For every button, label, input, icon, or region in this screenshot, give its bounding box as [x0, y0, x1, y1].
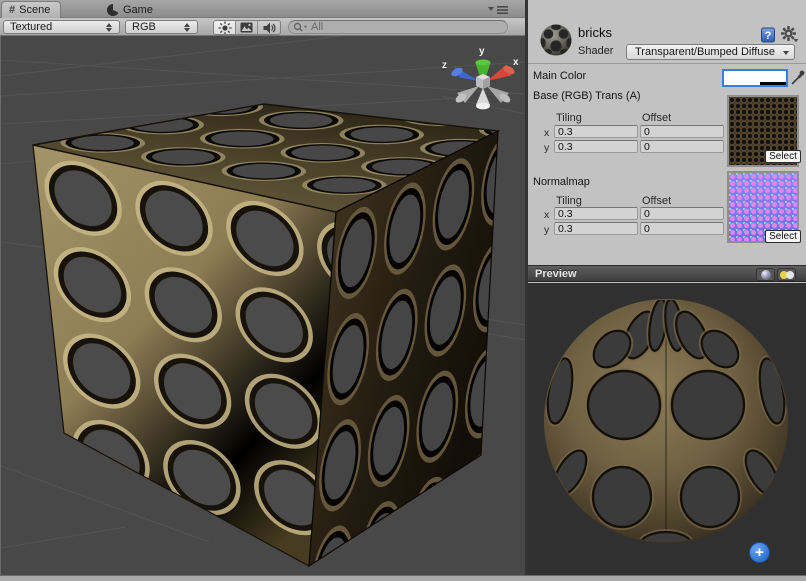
sphere-icon — [761, 270, 771, 280]
lights-toggle-icon — [780, 270, 794, 279]
normalmap-section-label: Normalmap — [533, 176, 590, 188]
unity-editor-window: # Scene Game Textured RGB — [0, 0, 806, 581]
lighting-toggle[interactable] — [214, 21, 236, 34]
image-icon — [240, 22, 253, 33]
scene-gizmo[interactable]: z x y — [442, 46, 519, 109]
dropdown-arrows-icon — [184, 23, 191, 32]
shader-value: Transparent/Bumped Diffuse — [635, 46, 775, 58]
draw-mode-value: Textured — [10, 21, 100, 33]
scene-view-toggles — [213, 20, 281, 35]
preview-area[interactable]: + — [528, 283, 806, 575]
preview-lighting-button[interactable] — [777, 268, 796, 281]
search-magnifier-icon — [293, 22, 308, 33]
svg-text:?: ? — [765, 30, 772, 42]
scene-search-input[interactable] — [311, 21, 491, 33]
gizmo-y-label: y — [479, 46, 485, 57]
normalmap-tiling-y-field[interactable] — [554, 222, 638, 235]
main-color-label: Main Color — [533, 70, 586, 82]
base-offset-header: Offset — [642, 112, 671, 124]
base-tiling-x-field[interactable] — [554, 125, 638, 138]
material-preview-icon — [539, 23, 573, 57]
base-section-label: Base (RGB) Trans (A) — [533, 90, 641, 102]
skybox-toggle[interactable] — [236, 21, 258, 34]
eyedropper-icon[interactable] — [790, 69, 805, 86]
gizmo-z-label: z — [442, 60, 447, 71]
window-bottom-strip — [0, 575, 806, 581]
preview-sphere — [528, 283, 806, 575]
preview-mesh-button[interactable] — [756, 268, 775, 281]
gizmo-z-axis[interactable]: z — [442, 60, 479, 81]
normalmap-texture-select-button[interactable]: Select — [765, 230, 801, 243]
base-row-x-label: x — [544, 127, 549, 139]
gizmo-cube[interactable] — [476, 74, 490, 89]
tab-game-label: Game — [123, 4, 153, 16]
base-row-y-label: y — [544, 142, 549, 154]
scene-pane-menu-icon[interactable] — [488, 5, 510, 15]
gear-icon[interactable] — [781, 26, 799, 43]
normalmap-offset-y-field[interactable] — [640, 222, 724, 235]
color-mode-dropdown[interactable]: RGB — [125, 20, 198, 34]
add-preview-button[interactable]: + — [749, 542, 770, 563]
sun-icon — [218, 21, 232, 35]
scene-canvas[interactable]: z x y — [1, 36, 526, 575]
material-header: bricks Shader Transparent/Bumped Diffuse… — [528, 18, 806, 64]
base-tiling-header: Tiling — [556, 112, 582, 124]
normalmap-offset-x-field[interactable] — [640, 207, 724, 220]
tab-game[interactable]: Game — [100, 1, 163, 18]
shader-label: Shader — [578, 45, 613, 57]
preview-header[interactable]: Preview — [528, 265, 806, 282]
base-offset-x-field[interactable] — [640, 125, 724, 138]
game-icon — [107, 4, 119, 16]
base-texture-select-button[interactable]: Select — [765, 150, 801, 163]
gizmo-x-axis[interactable]: x — [487, 57, 519, 81]
material-name: bricks — [578, 25, 612, 40]
normalmap-row-x-label: x — [544, 209, 549, 221]
scene-search — [288, 20, 508, 34]
help-icon[interactable]: ? — [761, 27, 776, 43]
normalmap-tiling-header: Tiling — [556, 195, 582, 207]
dropdown-arrows-icon — [106, 23, 113, 32]
draw-mode-dropdown[interactable]: Textured — [3, 20, 120, 34]
cube-object[interactable] — [33, 74, 526, 575]
normalmap-tiling-x-field[interactable] — [554, 207, 638, 220]
tab-scene[interactable]: # Scene — [1, 1, 61, 18]
scene-tabstrip: # Scene Game — [0, 0, 525, 18]
gizmo-x-label: x — [513, 57, 519, 68]
chevron-down-icon — [783, 51, 789, 55]
base-tiling-y-field[interactable] — [554, 140, 638, 153]
normalmap-row-y-label: y — [544, 224, 549, 236]
alpha-bar — [724, 82, 786, 85]
inspector-panel: bricks Shader Transparent/Bumped Diffuse… — [528, 0, 806, 575]
tab-scene-label: Scene — [19, 4, 50, 16]
audio-icon — [262, 21, 276, 35]
scene-grid-icon: # — [9, 4, 15, 16]
color-mode-value: RGB — [132, 21, 178, 33]
audio-toggle[interactable] — [258, 21, 280, 34]
base-offset-y-field[interactable] — [640, 140, 724, 153]
scene-viewport[interactable]: z x y — [0, 36, 525, 575]
scene-toolbar: Textured RGB — [0, 18, 525, 36]
normalmap-offset-header: Offset — [642, 195, 671, 207]
preview-title: Preview — [535, 268, 577, 280]
shader-dropdown[interactable]: Transparent/Bumped Diffuse — [626, 44, 795, 60]
main-color-swatch[interactable] — [722, 69, 788, 87]
